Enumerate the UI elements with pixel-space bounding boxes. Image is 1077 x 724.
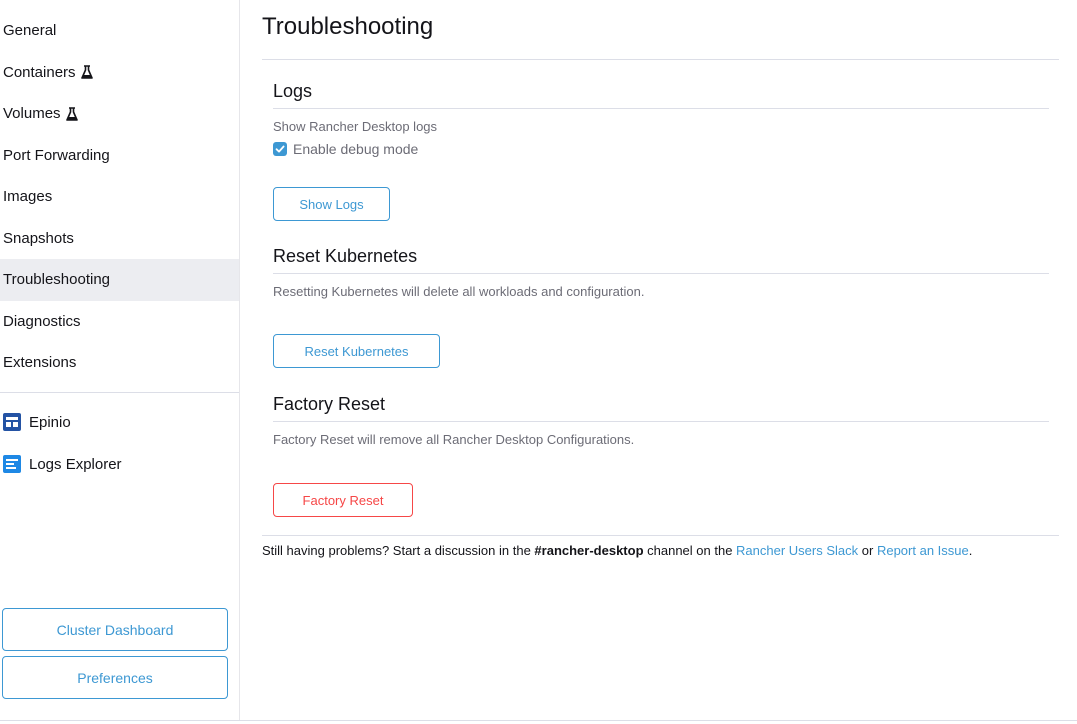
footer-suffix: . — [968, 543, 973, 558]
sidebar-item-troubleshooting[interactable]: Troubleshooting — [0, 259, 239, 301]
channel-name: #rancher-desktop — [534, 543, 644, 558]
sidebar-item-extensions[interactable]: Extensions — [0, 342, 239, 384]
report-issue-link[interactable]: Report an Issue — [877, 543, 969, 558]
debug-mode-label: Enable debug mode — [293, 141, 419, 157]
sidebar-item-label: Images — [3, 188, 53, 206]
reset-kubernetes-button[interactable]: Reset Kubernetes — [273, 334, 440, 368]
sidebar-item-diagnostics[interactable]: Diagnostics — [0, 301, 239, 343]
footer-or: or — [858, 543, 877, 558]
sidebar-item-label: Extensions — [3, 354, 77, 372]
sidebar-item-volumes[interactable]: Volumes — [0, 93, 239, 135]
page-title: Troubleshooting — [262, 13, 434, 40]
section-description: Show Rancher Desktop logs — [273, 119, 438, 134]
sidebar-item-epinio[interactable]: Epinio — [0, 401, 239, 443]
sidebar-item-label: Diagnostics — [3, 312, 81, 330]
sidebar-item-logs-explorer[interactable]: Logs Explorer — [0, 443, 239, 485]
section-title: Factory Reset — [273, 394, 386, 414]
section-title: Reset Kubernetes — [273, 246, 418, 266]
show-logs-button[interactable]: Show Logs — [273, 187, 390, 221]
section-divider — [273, 108, 1049, 109]
nav-list: General Containers Volumes Port Forwardi… — [0, 10, 239, 384]
sidebar-item-label: Troubleshooting — [3, 271, 111, 289]
sidebar-item-port-forwarding[interactable]: Port Forwarding — [0, 135, 239, 177]
sidebar-item-label: Logs Explorer — [29, 455, 122, 473]
factory-reset-button[interactable]: Factory Reset — [273, 483, 413, 517]
section-divider — [273, 421, 1049, 422]
sidebar-item-snapshots[interactable]: Snapshots — [0, 218, 239, 260]
logs-explorer-icon — [3, 455, 21, 473]
flask-icon — [65, 106, 78, 121]
help-footer: Still having problems? Start a discussio… — [262, 543, 972, 558]
sidebar-item-label: Epinio — [29, 413, 71, 431]
nav-divider — [0, 392, 239, 393]
sidebar-item-label: Snapshots — [3, 229, 74, 247]
sidebar-item-general[interactable]: General — [0, 10, 239, 52]
sidebar-item-images[interactable]: Images — [0, 176, 239, 218]
footer-divider — [262, 535, 1059, 536]
logs-section: Logs Show Rancher Desktop logs Enable de… — [273, 78, 1049, 157]
sidebar-item-label: Containers — [3, 63, 76, 81]
sidebar: General Containers Volumes Port Forwardi… — [0, 0, 240, 721]
reset-kubernetes-section: Reset Kubernetes Resetting Kubernetes wi… — [273, 243, 1049, 299]
cluster-dashboard-button[interactable]: Cluster Dashboard — [2, 608, 228, 651]
section-divider — [273, 273, 1049, 274]
sidebar-item-containers[interactable]: Containers — [0, 52, 239, 94]
sidebar-item-label: Port Forwarding — [3, 146, 110, 164]
window-bottom-border — [0, 720, 1077, 721]
sidebar-item-label: General — [3, 22, 57, 40]
factory-reset-section: Factory Reset Factory Reset will remove … — [273, 391, 1049, 447]
footer-middle: channel on the — [643, 543, 737, 558]
title-divider — [262, 59, 1059, 60]
section-description: Factory Reset will remove all Rancher De… — [273, 432, 635, 447]
debug-mode-row[interactable]: Enable debug mode — [273, 141, 1049, 157]
checkmark-icon — [275, 145, 285, 153]
debug-mode-checkbox[interactable] — [273, 142, 287, 156]
extension-list: Epinio Logs Explorer — [0, 401, 239, 485]
section-description: Resetting Kubernetes will delete all wor… — [273, 284, 645, 299]
sidebar-item-label: Volumes — [3, 105, 61, 123]
section-title: Logs — [273, 81, 313, 101]
rancher-users-slack-link[interactable]: Rancher Users Slack — [736, 543, 858, 558]
epinio-icon — [3, 413, 21, 431]
footer-prefix: Still having problems? Start a discussio… — [262, 543, 535, 558]
preferences-button[interactable]: Preferences — [2, 656, 228, 699]
flask-icon — [80, 65, 93, 80]
